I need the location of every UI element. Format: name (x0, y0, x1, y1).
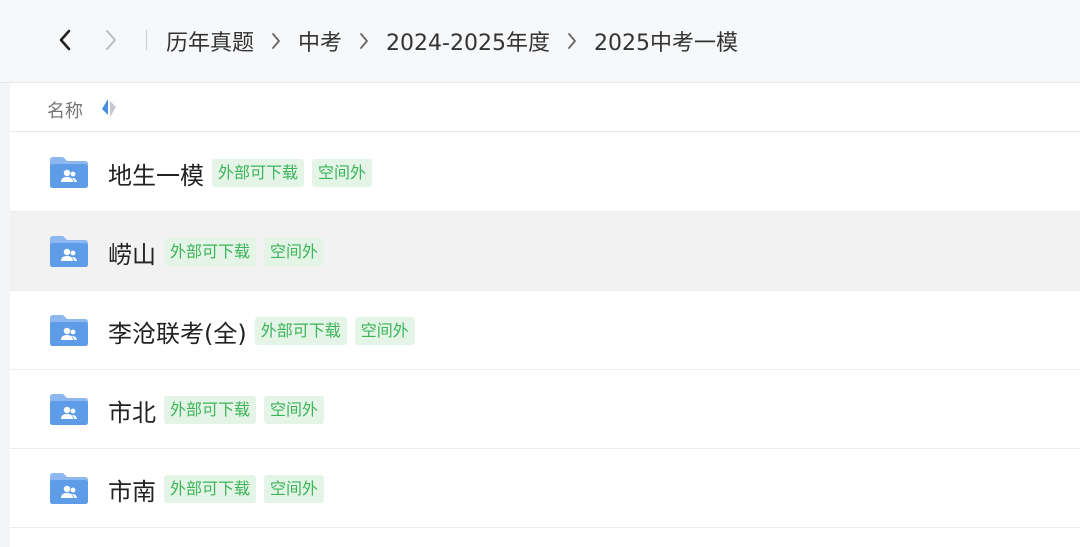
back-button[interactable] (51, 26, 79, 54)
breadcrumb: 历年真题 中考 2024-2025年度 2025中考一模 (166, 22, 738, 60)
list-header: 名称 (10, 83, 1080, 132)
breadcrumb-item[interactable]: 2024-2025年度 (386, 25, 550, 57)
chevron-right-icon (550, 32, 594, 50)
folder-name: 崂山 (108, 240, 156, 269)
chevron-right-icon (254, 32, 298, 50)
external-download-tag: 外部可下载 (254, 317, 347, 345)
breadcrumb-current[interactable]: 2025中考一模 (594, 25, 738, 57)
shared-folder-icon (50, 315, 88, 346)
sort-icon[interactable] (100, 98, 118, 118)
folder-row[interactable]: 市南 外部可下载 空间外 (10, 449, 1080, 528)
shared-folder-icon (50, 394, 88, 425)
shared-folder-icon (50, 236, 88, 267)
folder-name: 李沧联考(全) (108, 319, 247, 348)
outside-space-tag: 空间外 (312, 159, 373, 187)
chevron-left-icon (59, 29, 71, 51)
folder-row[interactable]: 崂山 外部可下载 空间外 (10, 212, 1080, 291)
breadcrumb-item[interactable]: 中考 (298, 25, 342, 57)
navigation-bar: 历年真题 中考 2024-2025年度 2025中考一模 (0, 0, 1080, 83)
outside-space-tag: 空间外 (264, 238, 325, 266)
external-download-tag: 外部可下载 (164, 238, 257, 266)
outside-space-tag: 空间外 (264, 396, 325, 424)
shared-folder-icon (50, 473, 88, 504)
external-download-tag: 外部可下载 (212, 159, 305, 187)
outside-space-tag: 空间外 (354, 317, 415, 345)
folder-row[interactable]: 市北 外部可下载 空间外 (10, 370, 1080, 449)
folder-row[interactable]: 地生一模 外部可下载 空间外 (10, 133, 1080, 212)
forward-button[interactable] (97, 26, 125, 54)
breadcrumb-item[interactable]: 历年真题 (166, 25, 254, 57)
shared-folder-icon (50, 157, 88, 188)
folder-name: 地生一模 (108, 161, 204, 190)
external-download-tag: 外部可下载 (164, 475, 257, 503)
nav-separator (146, 30, 147, 50)
external-download-tag: 外部可下载 (164, 396, 257, 424)
name-column-header[interactable]: 名称 (47, 97, 83, 123)
folder-name: 市南 (108, 477, 156, 506)
folder-name: 市北 (108, 398, 156, 427)
outside-space-tag: 空间外 (264, 475, 325, 503)
chevron-right-icon (342, 32, 386, 50)
folder-list: 地生一模 外部可下载 空间外 崂山 外部可下载 空间外 李沧联考(全) 外部可下… (10, 133, 1080, 528)
folder-row[interactable]: 李沧联考(全) 外部可下载 空间外 (10, 291, 1080, 370)
chevron-right-icon (106, 30, 116, 50)
